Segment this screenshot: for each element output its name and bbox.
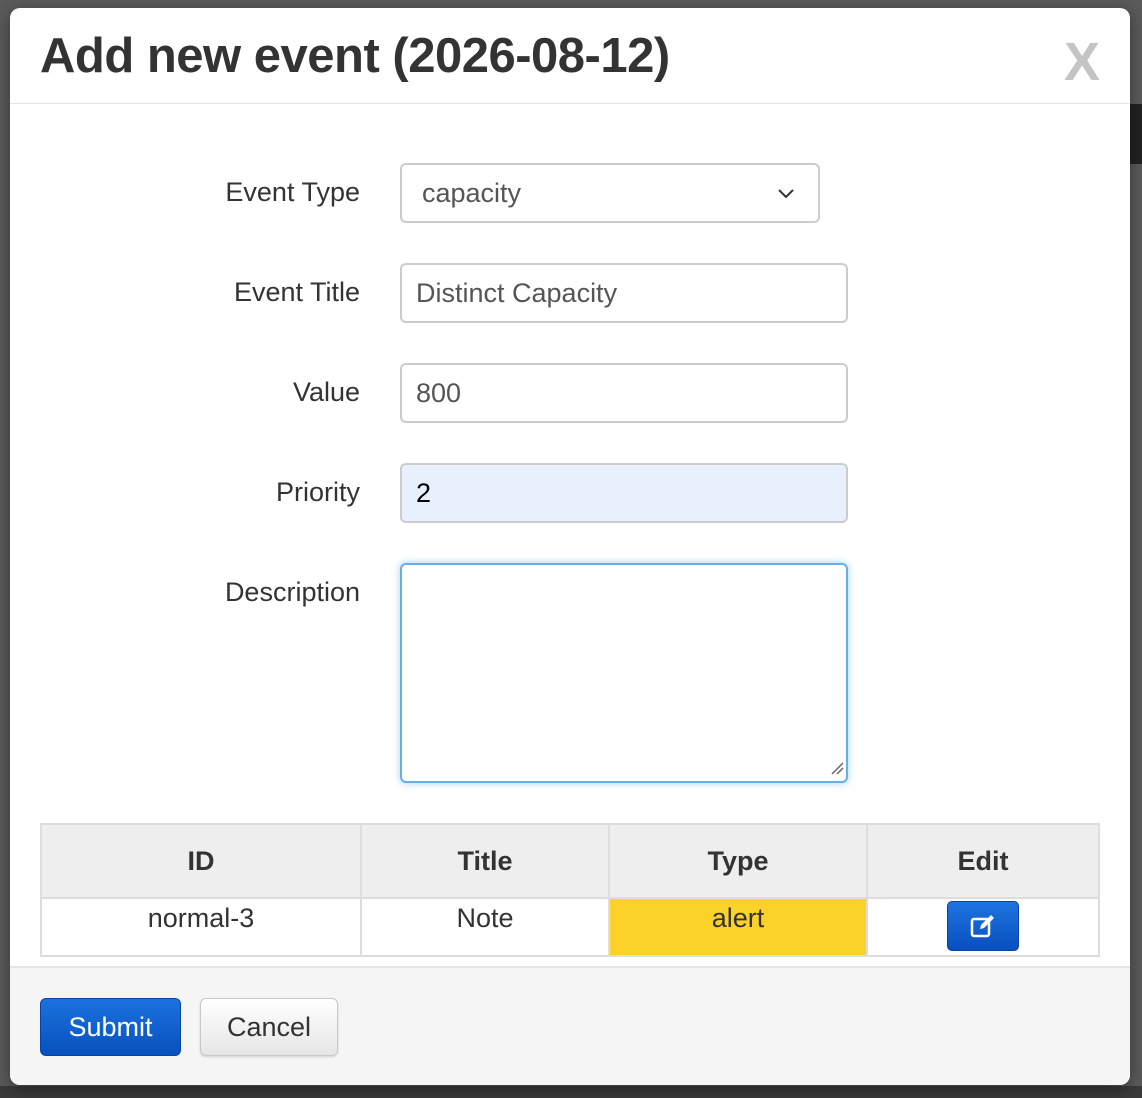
cancel-button[interactable]: Cancel <box>200 998 338 1056</box>
add-event-modal: Add new event (2026-08-12) X Event Type … <box>10 8 1130 1085</box>
row-id-cell: normal-3 <box>40 897 362 957</box>
event-title-input[interactable] <box>400 263 848 323</box>
description-label: Description <box>224 577 360 607</box>
row-type-cell: alert <box>608 897 868 957</box>
column-header-edit: Edit <box>866 823 1100 899</box>
priority-input[interactable] <box>400 463 848 523</box>
table-header-row: ID Title Type Edit <box>40 823 1100 899</box>
submit-button[interactable]: Submit <box>40 998 181 1056</box>
row-title-cell: Note <box>360 897 610 957</box>
row-edit-cell <box>866 897 1100 957</box>
edit-icon <box>970 915 994 938</box>
event-type-select[interactable]: capacity <box>400 163 820 223</box>
resize-grip-icon[interactable] <box>830 761 844 775</box>
event-title-label: Event Title <box>233 277 360 307</box>
event-type-label: Event Type <box>225 177 360 207</box>
table-row: normal-3 Note alert <box>40 897 1100 957</box>
column-header-title: Title <box>360 823 610 899</box>
backdrop-bottom <box>0 1086 1142 1098</box>
modal-title: Add new event (2026-08-12) <box>40 29 670 83</box>
modal-header: Add new event (2026-08-12) X <box>10 8 1130 104</box>
value-label: Value <box>292 377 360 407</box>
close-icon[interactable]: X <box>1064 34 1100 90</box>
event-type-selected-value: capacity <box>422 177 522 208</box>
value-input[interactable] <box>400 363 848 423</box>
edit-button[interactable] <box>947 901 1019 951</box>
description-textarea[interactable] <box>400 563 848 783</box>
column-header-type: Type <box>608 823 868 899</box>
column-header-id: ID <box>40 823 362 899</box>
chevron-down-icon <box>778 189 794 199</box>
events-table: ID Title Type Edit normal-3 Note alert <box>40 823 1100 957</box>
priority-label: Priority <box>275 477 360 507</box>
modal-footer: Submit Cancel <box>10 966 1130 1085</box>
